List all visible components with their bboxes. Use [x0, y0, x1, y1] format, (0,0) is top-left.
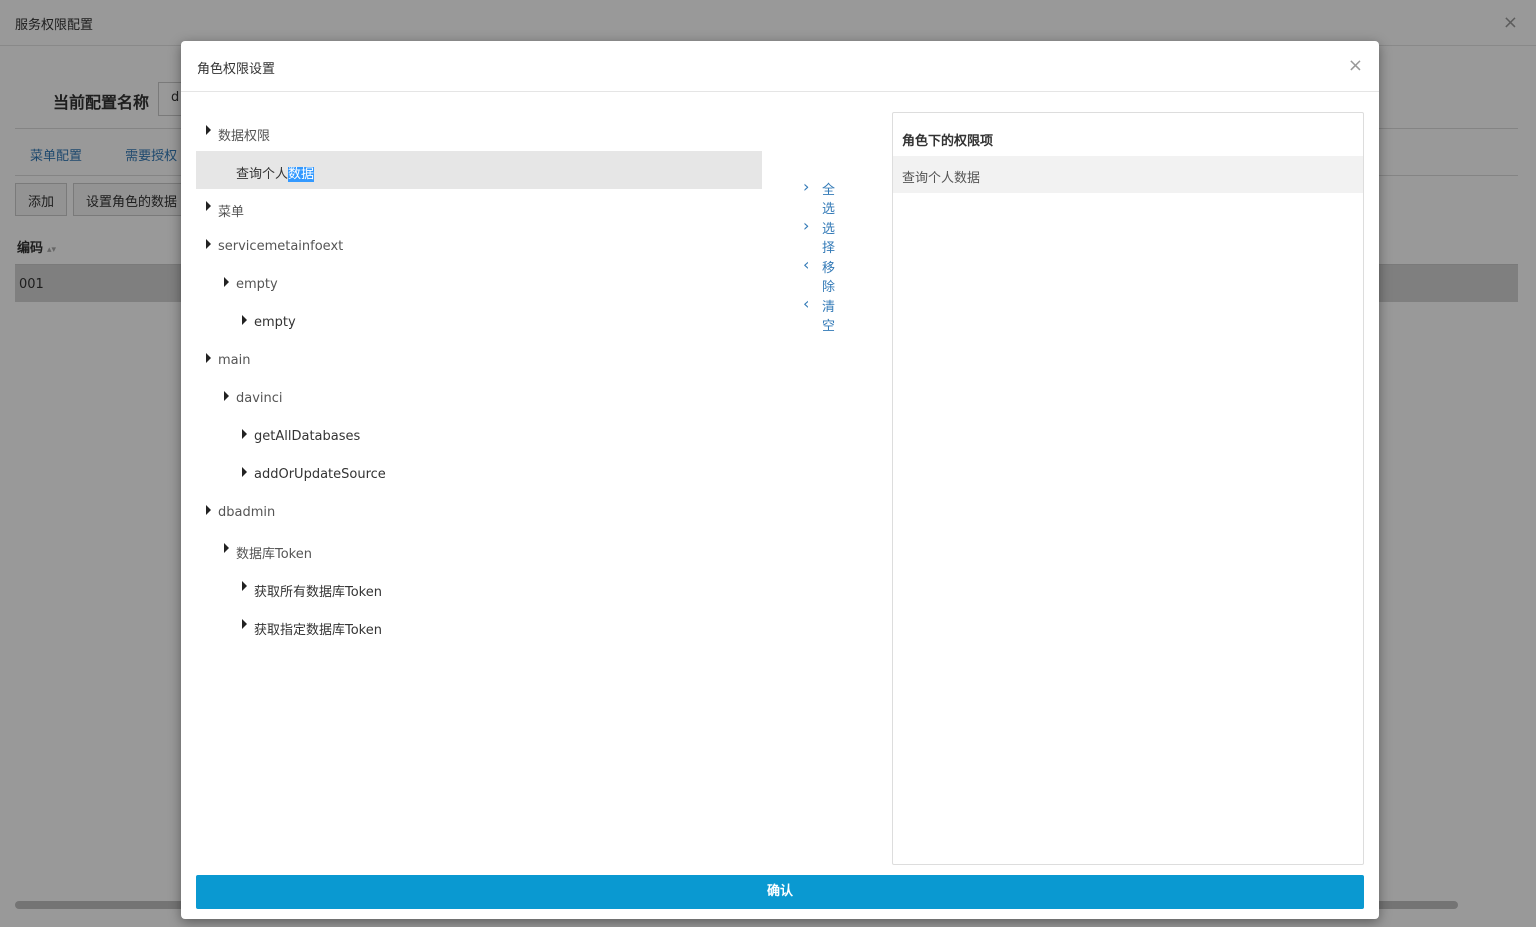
tree-node[interactable]: davinci: [196, 379, 762, 417]
chevron-left-icon: ‹: [803, 294, 810, 313]
tree-node[interactable]: empty: [196, 265, 762, 303]
tree-node-label: getAllDatabases: [254, 429, 361, 444]
close-icon[interactable]: ×: [1348, 55, 1363, 76]
chevron-right-icon: ›: [803, 216, 810, 235]
tree-node[interactable]: servicemetainfoext: [196, 227, 762, 265]
tree-node-label: 菜单: [218, 205, 245, 220]
tree-node-label: 数据库Token: [236, 547, 312, 562]
tree-node-label: empty: [236, 277, 278, 292]
caret-right-icon[interactable]: [224, 277, 229, 287]
action-label: 移除: [822, 261, 836, 295]
tree-node-label: addOrUpdateSource: [254, 467, 386, 482]
tree-node-label: empty: [254, 315, 296, 330]
caret-right-icon[interactable]: [242, 619, 247, 629]
caret-right-icon[interactable]: [206, 353, 211, 363]
caret-right-icon[interactable]: [206, 125, 211, 135]
caret-right-icon[interactable]: [206, 201, 211, 211]
tree-node-label: 查询个人数据: [236, 163, 315, 182]
caret-right-icon[interactable]: [206, 505, 211, 515]
tree-node-label: servicemetainfoext: [218, 239, 344, 254]
tree-node[interactable]: getAllDatabases: [196, 417, 762, 455]
tree-node-label: 获取所有数据库Token: [254, 585, 382, 600]
tree-node-label-text: 查询个人: [236, 167, 289, 182]
panel-title: 角色下的权限项: [902, 134, 994, 149]
tree-node[interactable]: main: [196, 341, 762, 379]
modal-title: 角色权限设置: [197, 62, 276, 77]
role-permission-modal: 角色权限设置 × 数据权限 查询个人数据 菜单 servicemetainfoe…: [181, 41, 1379, 919]
caret-right-icon[interactable]: [242, 429, 247, 439]
tree-node-label: davinci: [236, 391, 283, 406]
tree-node-label: main: [218, 353, 251, 368]
action-label: 选择: [822, 222, 836, 256]
caret-right-icon[interactable]: [206, 239, 211, 249]
tree-node-label: 获取指定数据库Token: [254, 623, 382, 638]
tree-node[interactable]: 数据权限: [196, 113, 762, 151]
tree-node[interactable]: empty: [196, 303, 762, 341]
action-label: 全选: [822, 183, 836, 217]
permission-tree: 数据权限 查询个人数据 菜单 servicemetainfoext empty …: [196, 113, 762, 645]
chevron-left-icon: ‹: [803, 255, 810, 274]
text-selection-highlight: 数据: [288, 167, 315, 182]
tree-node-label: 数据权限: [218, 129, 271, 144]
caret-right-icon[interactable]: [242, 581, 247, 591]
tree-node[interactable]: 菜单: [196, 189, 762, 227]
caret-right-icon[interactable]: [224, 391, 229, 401]
confirm-button[interactable]: 确认: [196, 875, 1364, 909]
caret-right-icon[interactable]: [242, 315, 247, 325]
tree-node[interactable]: 数据库Token: [196, 531, 762, 569]
tree-node-label: dbadmin: [218, 505, 276, 520]
tree-node-selected[interactable]: 查询个人数据: [196, 151, 762, 189]
action-label: 清空: [822, 300, 836, 334]
modal-header: 角色权限设置 ×: [181, 41, 1379, 92]
tree-node[interactable]: addOrUpdateSource: [196, 455, 762, 493]
tree-node[interactable]: dbadmin: [196, 493, 762, 531]
tree-node[interactable]: 获取所有数据库Token: [196, 569, 762, 607]
chevron-right-icon: ›: [803, 177, 810, 196]
caret-right-icon[interactable]: [224, 543, 229, 553]
role-permission-list: 角色下的权限项 查询个人数据: [892, 112, 1364, 865]
tree-node[interactable]: 获取指定数据库Token: [196, 607, 762, 645]
caret-right-icon[interactable]: [242, 467, 247, 477]
list-item[interactable]: 查询个人数据: [893, 156, 1363, 193]
